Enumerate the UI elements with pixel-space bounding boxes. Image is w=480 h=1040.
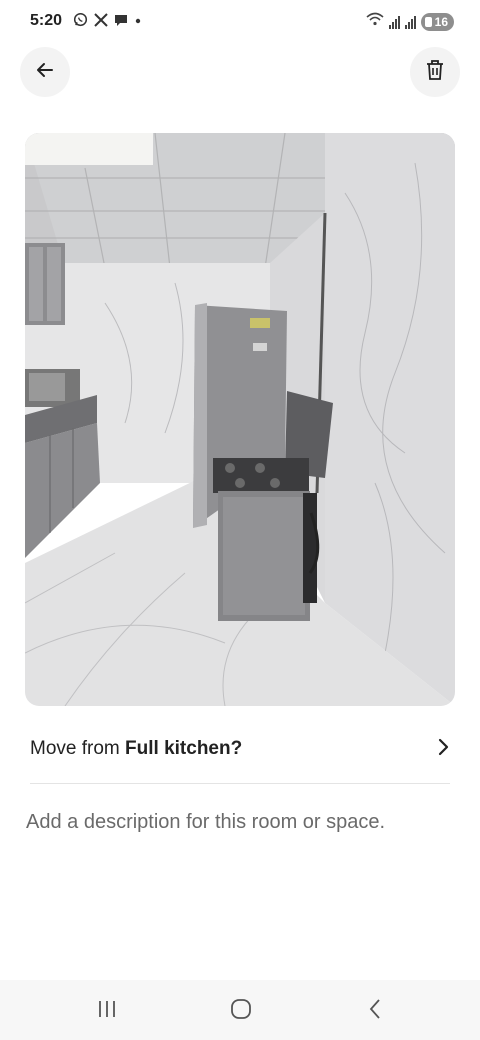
back-button[interactable] [20,47,70,97]
trash-icon [425,59,445,86]
move-suffix: ? [230,738,243,759]
system-back-button[interactable] [360,998,390,1024]
description-input[interactable]: Add a description for this room or space… [26,811,385,834]
wifi-icon [366,12,384,31]
whatsapp-icon [73,12,88,31]
x-icon [94,12,108,31]
battery-icon: 16 [420,12,454,31]
delete-button[interactable] [410,47,460,97]
status-right-icons: 16 [366,12,454,31]
chat-bubble-icon [114,13,128,31]
room-name: Full kitchen [125,738,231,759]
move-room-text: Move from Full kitchen? [30,738,242,760]
room-photo[interactable] [25,133,455,706]
arrow-left-icon [35,60,55,85]
home-button[interactable] [226,998,256,1024]
recents-icon [96,999,118,1024]
kitchen-photo-illustration [25,133,455,706]
move-room-row[interactable]: Move from Full kitchen? [30,728,450,770]
signal-icon [404,15,416,29]
home-icon [230,998,252,1025]
status-bar: 5:20 16 [0,0,480,44]
back-chevron-icon [367,998,383,1025]
divider [30,783,450,784]
signal-icon [388,15,400,29]
chevron-right-icon [436,738,450,761]
move-prefix: Move from [30,738,126,759]
dot-icon [134,13,142,31]
system-nav-bar [0,980,480,1040]
status-time: 5:20 [30,12,63,29]
status-left-icons [73,12,142,31]
recents-button[interactable] [92,998,122,1024]
